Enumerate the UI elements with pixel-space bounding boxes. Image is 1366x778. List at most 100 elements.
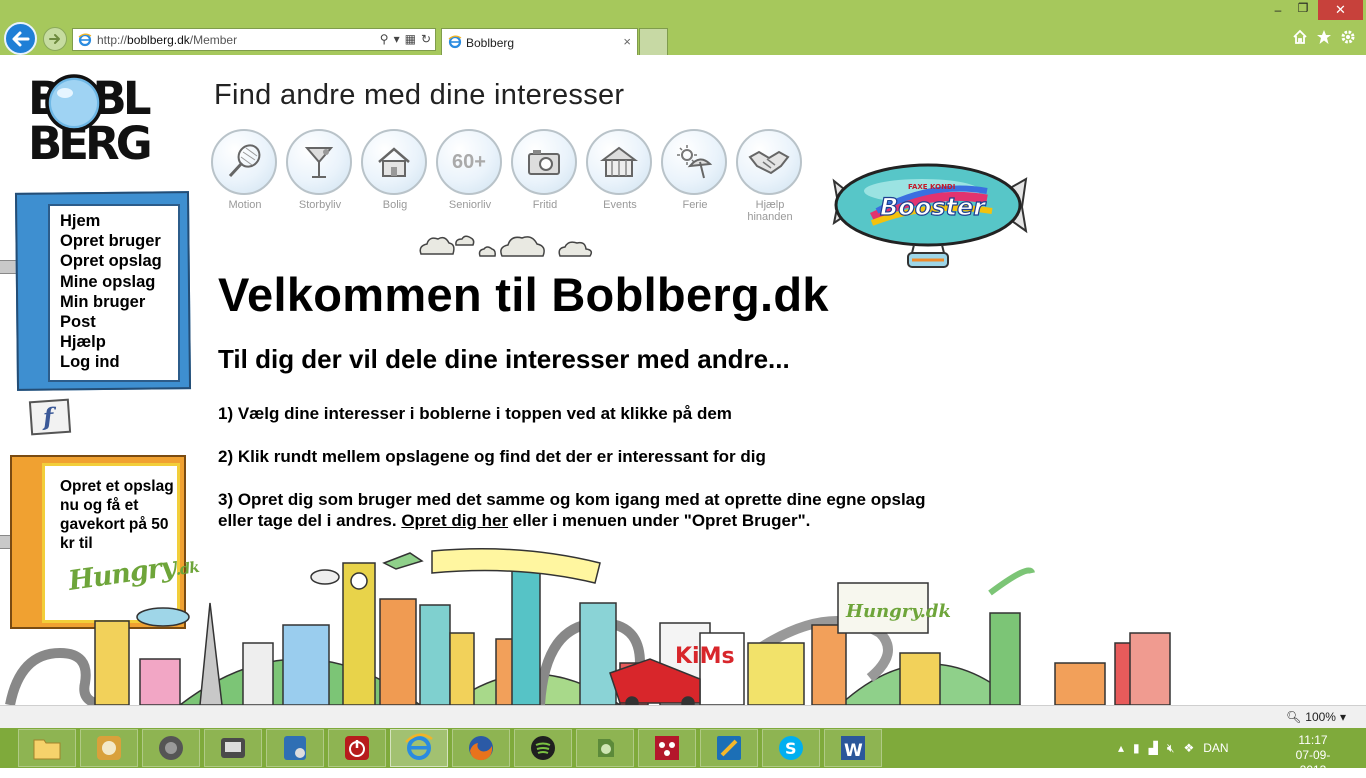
clock[interactable]: 11:17 07-09-2013 (1283, 733, 1343, 778)
search-icon[interactable]: ⚲ (380, 32, 389, 46)
power-icon (345, 736, 369, 760)
firefox-icon (469, 736, 493, 761)
bubble-seniorliv[interactable]: 60+ Seniorliv (436, 129, 504, 211)
home-icon[interactable] (1292, 29, 1308, 45)
step-3-outro: eller i menuen under "Opret Bruger". (512, 511, 811, 530)
volume-muted-icon[interactable]: 🔇︎ (1167, 741, 1175, 756)
tab-boblberg[interactable]: Boblberg × (441, 28, 638, 55)
back-button[interactable] (4, 22, 37, 55)
taskbar-internet-explorer[interactable] (390, 729, 448, 767)
status-bar: 🔍︎ 100% ▾ (0, 705, 1366, 728)
handshake-icon (748, 150, 790, 175)
zeppelin-brand-text: FAXE KONDI (908, 183, 955, 191)
language-indicator[interactable]: DAN (1203, 741, 1228, 755)
booster-zeppelin: Booster FAXE KONDI (832, 163, 1028, 268)
sun-umbrella-icon (677, 145, 713, 179)
house-icon (378, 147, 410, 177)
taskbar-spotify[interactable] (514, 729, 572, 767)
arrow-left-icon (12, 31, 30, 47)
main-content: Velkommen til Boblberg.dk Til dig der vi… (218, 267, 938, 531)
chevron-up-icon[interactable]: ▴ (1118, 741, 1124, 755)
zoom-control[interactable]: 🔍︎ 100% ▾ (1286, 710, 1346, 724)
nav-item-hjaelp[interactable]: Hjælp (60, 332, 162, 352)
close-window-button[interactable]: ✕ (1318, 0, 1363, 20)
nav-item-hjem[interactable]: Hjem (60, 211, 162, 231)
bubble-label: Storbyliv (298, 199, 342, 211)
nav-item-min-bruger[interactable]: Min bruger (60, 292, 162, 312)
bubble-bolig[interactable]: Bolig (361, 129, 429, 211)
taskbar-app-12[interactable] (700, 729, 758, 767)
sixty-plus-icon: 60+ (452, 150, 486, 173)
taskbar-app-2[interactable] (80, 729, 138, 767)
bubble-fritid[interactable]: Fritid (511, 129, 579, 211)
spotify-icon (531, 736, 555, 760)
forward-button[interactable] (43, 27, 67, 51)
navigation-sign: Hjem Opret bruger Opret opslag Mine opsl… (0, 191, 192, 391)
circus-tent-icon (600, 146, 638, 177)
taskbar-app-6[interactable] (328, 729, 386, 767)
hungry-billboard-text: Hungry.dk (845, 601, 951, 622)
clock-date: 07-09-2013 (1295, 748, 1331, 777)
taskbar-skype[interactable]: S (762, 729, 820, 767)
taskbar-firefox[interactable] (452, 729, 510, 767)
system-tray: ▴ ▮ ▟ 🔇︎ ❖ DAN (1118, 728, 1229, 768)
taskbar-file-explorer[interactable] (18, 729, 76, 767)
ie-icon (405, 733, 433, 760)
main-nav: Hjem Opret bruger Opret opslag Mine opsl… (60, 211, 162, 373)
tennis-racket-icon (228, 144, 261, 178)
web-page: BOBL BERG Find andre med dine interesser… (0, 55, 1366, 705)
bubble-storbyliv[interactable]: Storbyliv (286, 129, 354, 211)
boblberg-logo[interactable]: BOBL BERG (28, 73, 164, 165)
bubble-ferie[interactable]: Ferie (661, 129, 729, 211)
promo-text: Opret et opslag nu og få et gavekort på … (60, 478, 174, 552)
ie-favicon-icon (78, 33, 92, 47)
chevron-down-icon[interactable]: ▾ (394, 32, 400, 46)
evernote-icon (598, 739, 614, 757)
taskbar-app-5[interactable] (266, 729, 324, 767)
favorites-star-icon[interactable] (1316, 29, 1332, 45)
tab-title: Boblberg (466, 36, 515, 50)
bubble-motion[interactable]: Motion (211, 129, 279, 211)
compat-view-icon[interactable]: ▦ (405, 32, 416, 46)
zoom-level: 100% (1305, 710, 1336, 724)
bubble-label: Ferie (682, 199, 708, 211)
facebook-sign[interactable]: f (28, 398, 72, 436)
dropbox-icon[interactable]: ❖ (1183, 741, 1194, 755)
maximize-button[interactable]: ❐ (1293, 1, 1313, 15)
signup-link[interactable]: Opret dig her (401, 511, 508, 530)
taskbar-app-4[interactable] (204, 729, 262, 767)
disk-utility-icon (97, 736, 121, 760)
gear-icon[interactable] (1340, 29, 1356, 45)
bubble-label: Fritid (532, 199, 558, 211)
browser-toolbar-icons (1292, 29, 1356, 45)
address-url[interactable]: http://boblberg.dk/Member (97, 33, 237, 47)
nav-item-opret-bruger[interactable]: Opret bruger (60, 231, 162, 251)
folder-icon (33, 739, 61, 760)
battery-icon[interactable]: ▮ (1133, 741, 1140, 755)
close-tab-icon[interactable]: × (623, 34, 631, 49)
address-bar[interactable]: http://boblberg.dk/Member ⚲ ▾ ▦ ↻ (72, 28, 436, 51)
zoom-icon: 🔍︎ (1286, 710, 1302, 724)
camera-icon (528, 150, 560, 175)
bubble-hjaelp-hinanden[interactable]: Hjælp hinanden (736, 129, 804, 223)
bubble-events[interactable]: Events (586, 129, 654, 211)
network-icon[interactable]: ▟ (1149, 741, 1158, 755)
new-tab-button[interactable] (639, 28, 668, 55)
speaker-icon (159, 736, 183, 760)
url-domain: boblberg.dk (127, 33, 190, 47)
taskbar-evernote[interactable] (576, 729, 634, 767)
taskbar-mendeley[interactable] (638, 729, 696, 767)
minimize-button[interactable]: – (1268, 3, 1288, 17)
facebook-icon: f (41, 401, 55, 432)
nav-item-mine-opslag[interactable]: Mine opslag (60, 272, 162, 292)
taskbar-app-3[interactable] (142, 729, 200, 767)
nav-item-post[interactable]: Post (60, 312, 162, 332)
nav-item-log-ind[interactable]: Log ind (60, 352, 162, 372)
cocktail-icon (304, 147, 334, 178)
taskbar-word[interactable]: W (824, 729, 882, 767)
word-icon: W (841, 736, 865, 761)
welcome-heading: Velkommen til Boblberg.dk (218, 268, 829, 321)
refresh-icon[interactable]: ↻ (421, 32, 431, 46)
nav-item-opret-opslag[interactable]: Opret opslag (60, 251, 162, 271)
step-1-text: 1) Vælg dine interesser i boblerne i top… (218, 404, 732, 423)
